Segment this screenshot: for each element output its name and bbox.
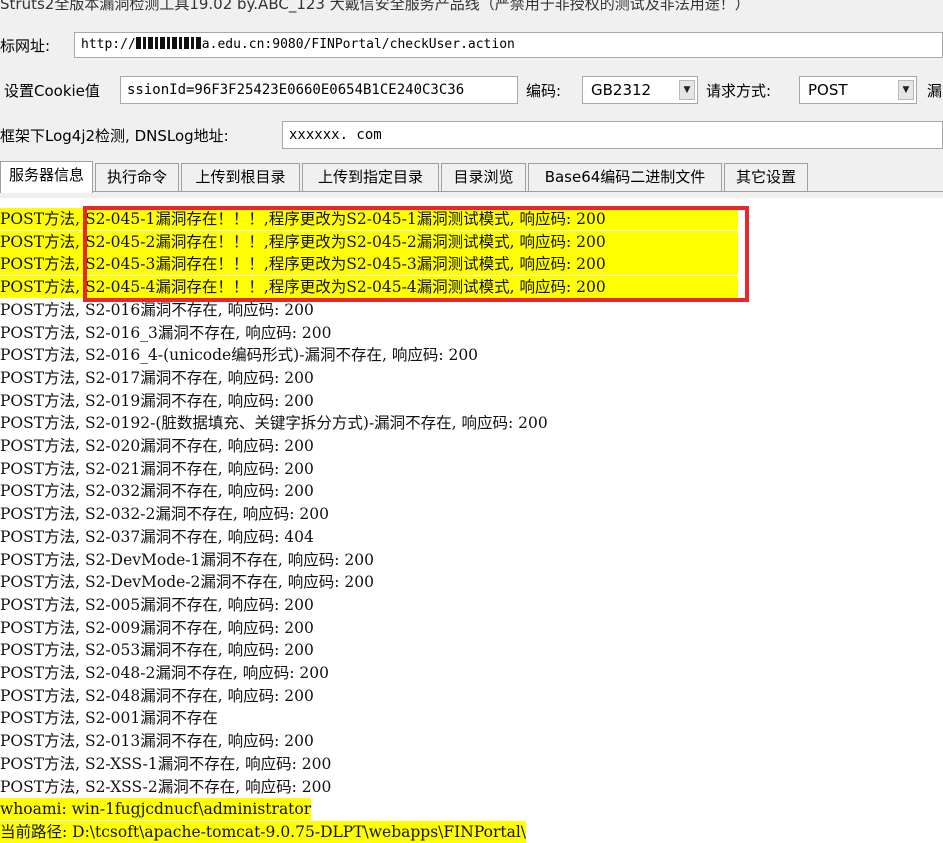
tab-1[interactable]: 执行命令 xyxy=(95,163,179,191)
tab-2[interactable]: 上传到根目录 xyxy=(181,163,300,191)
log-line: POST方法, S2-XSS-2漏洞不存在, 响应码: 200 xyxy=(0,777,332,796)
truncated-label: 漏 xyxy=(927,82,943,100)
redacted-host xyxy=(135,37,202,49)
log-line: POST方法, S2-DevMode-2漏洞不存在, 响应码: 200 xyxy=(0,573,375,592)
cookie-input[interactable]: ssionId=96F3F25423E0660E0654B1CE240C3C36 xyxy=(120,76,518,104)
dnslog-input[interactable]: xxxxxx. com xyxy=(282,121,943,149)
cookie-label: 设置Cookie值 xyxy=(4,82,100,100)
log-line: POST方法, S2-009漏洞不存在, 响应码: 200 xyxy=(0,618,314,637)
tab-4[interactable]: 目录浏览 xyxy=(441,163,526,191)
tab-5[interactable]: Base64编码二进制文件 xyxy=(528,163,722,191)
log-line: POST方法, S2-020漏洞不存在, 响应码: 200 xyxy=(0,437,314,455)
log-line: POST方法, S2-019漏洞不存在, 响应码: 200 xyxy=(0,391,314,410)
encoding-select[interactable]: GB2312 ▼ xyxy=(582,76,698,104)
log-line: whoami: win-1fugjcdnucf\administrator xyxy=(0,798,312,821)
log-line: POST方法, S2-045-1漏洞存在！！！,程序更改为S2-045-1漏洞测… xyxy=(0,208,738,230)
log-line: POST方法, S2-XSS-1漏洞不存在, 响应码: 200 xyxy=(0,754,332,773)
log-line: POST方法, S2-016漏洞不存在, 响应码: 200 xyxy=(0,300,314,319)
encoding-value: GB2312 xyxy=(591,81,652,99)
window-title: Struts2全版本漏洞检测工具19.02 by.ABC_123 大戴信安全服务… xyxy=(0,0,750,13)
log-line: POST方法, S2-016_4-(unicode编码形式)-漏洞不存在, 响应… xyxy=(0,346,479,365)
log-line: POST方法, S2-048漏洞不存在, 响应码: 200 xyxy=(0,686,314,705)
method-select[interactable]: POST ▼ xyxy=(799,76,917,104)
tab-0[interactable]: 服务器信息 xyxy=(0,161,93,193)
log-line: POST方法, S2-048-2漏洞不存在, 响应码: 200 xyxy=(0,664,329,682)
url-suffix: a.edu.cn:9080/FINPortal/checkUser.action xyxy=(201,37,515,52)
log-line: POST方法, S2-032-2漏洞不存在, 响应码: 200 xyxy=(0,505,329,524)
log-line: POST方法, S2-032漏洞不存在, 响应码: 200 xyxy=(0,482,314,501)
log-line: POST方法, S2-037漏洞不存在, 响应码: 404 xyxy=(0,527,314,546)
log-line: POST方法, S2-053漏洞不存在, 响应码: 200 xyxy=(0,641,314,660)
chevron-down-icon[interactable]: ▼ xyxy=(898,80,914,100)
encoding-label: 编码: xyxy=(526,82,562,100)
tab-3[interactable]: 上传到指定目录 xyxy=(302,163,439,191)
method-label: 请求方式: xyxy=(706,82,772,100)
log-line: POST方法, S2-045-3漏洞存在！！！,程序更改为S2-045-3漏洞测… xyxy=(0,253,738,276)
log-line: POST方法, S2-045-4漏洞存在！！！,程序更改为S2-045-4漏洞测… xyxy=(0,276,738,299)
chevron-down-icon[interactable]: ▼ xyxy=(679,80,695,100)
tab-6[interactable]: 其它设置 xyxy=(724,163,808,191)
dnslog-row: 框架下Log4j2检测, DNSLog地址: xxxxxx. com xyxy=(0,119,943,149)
url-row: 标网址: http:// a.edu.cn:9080/FINPortal/chec… xyxy=(0,30,943,60)
log-line: POST方法, S2-0192-(脏数据填充、关键字拆分方式)-漏洞不存在, 响… xyxy=(0,414,548,433)
output-log[interactable]: POST方法, S2-045-1漏洞存在！！！,程序更改为S2-045-1漏洞测… xyxy=(0,203,943,843)
log-line: POST方法, S2-001漏洞不存在 xyxy=(0,709,218,728)
cookie-row: 设置Cookie值 ssionId=96F3F25423E0660E0654B1… xyxy=(0,75,943,105)
log-line: POST方法, S2-045-2漏洞存在！！！,程序更改为S2-045-2漏洞测… xyxy=(0,230,738,253)
log-line: POST方法, S2-016_3漏洞不存在, 响应码: 200 xyxy=(0,323,332,342)
title-bar: Struts2全版本漏洞检测工具19.02 by.ABC_123 大戴信安全服务… xyxy=(0,0,943,20)
dnslog-label: 框架下Log4j2检测, DNSLog地址: xyxy=(0,127,229,145)
log-line: POST方法, S2-017漏洞不存在, 响应码: 200 xyxy=(0,368,314,387)
tab-divider xyxy=(0,191,943,192)
url-input[interactable]: http:// a.edu.cn:9080/FINPortal/checkUser… xyxy=(74,32,943,58)
log-line: POST方法, S2-021漏洞不存在, 响应码: 200 xyxy=(0,459,314,478)
log-line: POST方法, S2-013漏洞不存在, 响应码: 200 xyxy=(0,732,314,751)
method-value: POST xyxy=(808,81,848,99)
url-label: 标网址: xyxy=(0,37,51,55)
log-line: 当前路径: D:\tcsoft\apache-tomcat-9.0.75-DLP… xyxy=(0,820,527,843)
url-prefix: http:// xyxy=(81,37,136,52)
log-line: POST方法, S2-005漏洞不存在, 响应码: 200 xyxy=(0,595,314,614)
log-line: POST方法, S2-DevMode-1漏洞不存在, 响应码: 200 xyxy=(0,550,375,569)
